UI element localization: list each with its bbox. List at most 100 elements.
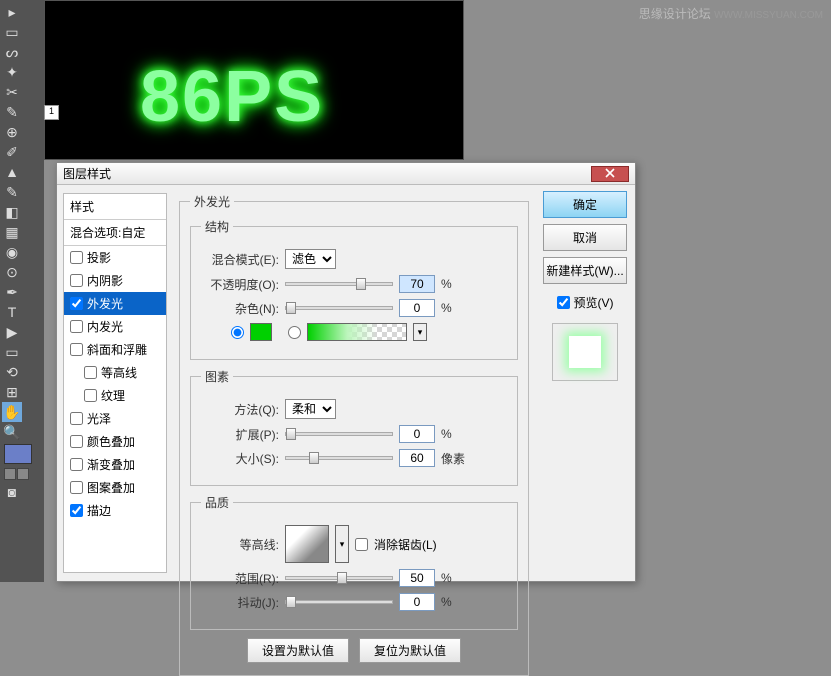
range-label: 范围(R): [201, 570, 279, 587]
reset-default-button[interactable]: 复位为默认值 [359, 638, 461, 663]
size-input[interactable] [399, 449, 435, 467]
satin-checkbox[interactable] [70, 412, 83, 425]
styles-list: 样式 混合选项:自定 投影 内阴影 外发光 内发光 斜面和浮雕 等高线 纹理 光… [63, 193, 167, 573]
glow-color-swatch[interactable] [250, 323, 272, 341]
preview-checkbox[interactable] [557, 296, 570, 309]
new-style-button[interactable]: 新建样式(W)... [543, 257, 627, 284]
stroke-checkbox[interactable] [70, 504, 83, 517]
style-gradient-overlay[interactable]: 渐变叠加 [64, 453, 166, 476]
style-outer-glow[interactable]: 外发光 [64, 292, 166, 315]
lasso-tool[interactable]: ᔕ [2, 42, 22, 62]
wand-tool[interactable]: ✦ [2, 62, 22, 82]
structure-group: 结构 混合模式(E): 滤色 不透明度(O): % 杂色(N): [190, 218, 518, 360]
jitter-slider[interactable] [285, 600, 393, 604]
range-slider[interactable] [285, 576, 393, 580]
style-inner-shadow[interactable]: 内阴影 [64, 269, 166, 292]
style-pattern-overlay[interactable]: 图案叠加 [64, 476, 166, 499]
canvas: 86PS [44, 0, 464, 160]
zoom-tool[interactable]: 🔍 [2, 422, 22, 442]
style-bevel[interactable]: 斜面和浮雕 [64, 338, 166, 361]
history-brush[interactable]: ✎ [2, 182, 22, 202]
watermark-url: WWW.MISSYUAN.COM [714, 10, 823, 21]
eraser-tool[interactable]: ◧ [2, 202, 22, 222]
contour-picker[interactable] [285, 525, 329, 563]
move-tool[interactable]: ▸ [2, 2, 22, 22]
gradient-overlay-checkbox[interactable] [70, 458, 83, 471]
style-contour[interactable]: 等高线 [64, 361, 166, 384]
noise-input[interactable] [399, 299, 435, 317]
eyedrop-tool[interactable]: ✎ [2, 102, 22, 122]
quality-group: 品质 等高线: ▾ 消除锯齿(L) 范围(R): % [190, 494, 518, 630]
set-default-button[interactable]: 设置为默认值 [247, 638, 349, 663]
brush-tool[interactable]: ✐ [2, 142, 22, 162]
technique-select[interactable]: 柔和 [285, 399, 336, 419]
spread-slider[interactable] [285, 432, 393, 436]
drop-shadow-checkbox[interactable] [70, 251, 83, 264]
inner-shadow-checkbox[interactable] [70, 274, 83, 287]
antialias-checkbox[interactable] [355, 538, 368, 551]
preview-box [552, 323, 618, 381]
watermark-site: 思缘设计论坛 [639, 7, 711, 21]
outer-glow-legend: 外发光 [190, 193, 234, 210]
opacity-input[interactable] [399, 275, 435, 293]
bevel-checkbox[interactable] [70, 343, 83, 356]
crop-tool[interactable]: ✂ [2, 82, 22, 102]
range-input[interactable] [399, 569, 435, 587]
neon-text: 86PS [140, 56, 324, 138]
foreground-color[interactable] [4, 444, 32, 464]
gradient-tool[interactable]: ▦ [2, 222, 22, 242]
path-select[interactable]: ▶ [2, 322, 22, 342]
contour-dropdown-icon[interactable]: ▾ [335, 525, 349, 563]
dialog-right-column: 确定 取消 新建样式(W)... 预览(V) [535, 185, 635, 581]
pattern-overlay-checkbox[interactable] [70, 481, 83, 494]
quickmask[interactable]: ◙ [2, 482, 22, 502]
style-inner-glow[interactable]: 内发光 [64, 315, 166, 338]
3d-tool[interactable]: ⟲ [2, 362, 22, 382]
contour-label: 等高线: [201, 536, 279, 553]
opacity-slider[interactable] [285, 282, 393, 286]
noise-slider[interactable] [285, 306, 393, 310]
gradient-dropdown-icon[interactable]: ▾ [413, 323, 427, 341]
stamp-tool[interactable]: ▲ [2, 162, 22, 182]
color-overlay-checkbox[interactable] [70, 435, 83, 448]
camera-tool[interactable]: ⊞ [2, 382, 22, 402]
glow-gradient[interactable] [307, 323, 407, 341]
quality-legend: 品质 [201, 494, 233, 511]
style-drop-shadow[interactable]: 投影 [64, 246, 166, 269]
style-color-overlay[interactable]: 颜色叠加 [64, 430, 166, 453]
type-tool[interactable]: T [2, 302, 22, 322]
size-slider[interactable] [285, 456, 393, 460]
opacity-unit: % [441, 277, 452, 291]
styles-header[interactable]: 样式 [64, 194, 166, 220]
gradient-radio[interactable] [288, 326, 301, 339]
style-stroke[interactable]: 描边 [64, 499, 166, 522]
outer-glow-checkbox[interactable] [70, 297, 83, 310]
dodge-tool[interactable]: ⊙ [2, 262, 22, 282]
size-label: 大小(S): [201, 450, 279, 467]
hand-tool[interactable]: ✋ [2, 402, 22, 422]
dialog-title: 图层样式 [63, 165, 111, 182]
style-satin[interactable]: 光泽 [64, 407, 166, 430]
texture-checkbox[interactable] [84, 389, 97, 402]
settings-panels: 外发光 结构 混合模式(E): 滤色 不透明度(O): % 杂色(N): [173, 185, 535, 581]
ruler-mark: 1 [44, 105, 59, 120]
pen-tool[interactable]: ✒ [2, 282, 22, 302]
inner-glow-checkbox[interactable] [70, 320, 83, 333]
shape-tool[interactable]: ▭ [2, 342, 22, 362]
jitter-input[interactable] [399, 593, 435, 611]
ok-button[interactable]: 确定 [543, 191, 627, 218]
close-button[interactable] [591, 166, 629, 182]
spread-input[interactable] [399, 425, 435, 443]
contour-checkbox[interactable] [84, 366, 97, 379]
solid-color-radio[interactable] [231, 326, 244, 339]
blend-mode-select[interactable]: 滤色 [285, 249, 336, 269]
marquee-tool[interactable]: ▭ [2, 22, 22, 42]
size-unit: 像素 [441, 450, 465, 467]
heal-tool[interactable]: ⊕ [2, 122, 22, 142]
color-swap[interactable] [2, 466, 42, 482]
noise-label: 杂色(N): [201, 300, 279, 317]
blur-tool[interactable]: ◉ [2, 242, 22, 262]
blend-options[interactable]: 混合选项:自定 [64, 220, 166, 246]
cancel-button[interactable]: 取消 [543, 224, 627, 251]
style-texture[interactable]: 纹理 [64, 384, 166, 407]
